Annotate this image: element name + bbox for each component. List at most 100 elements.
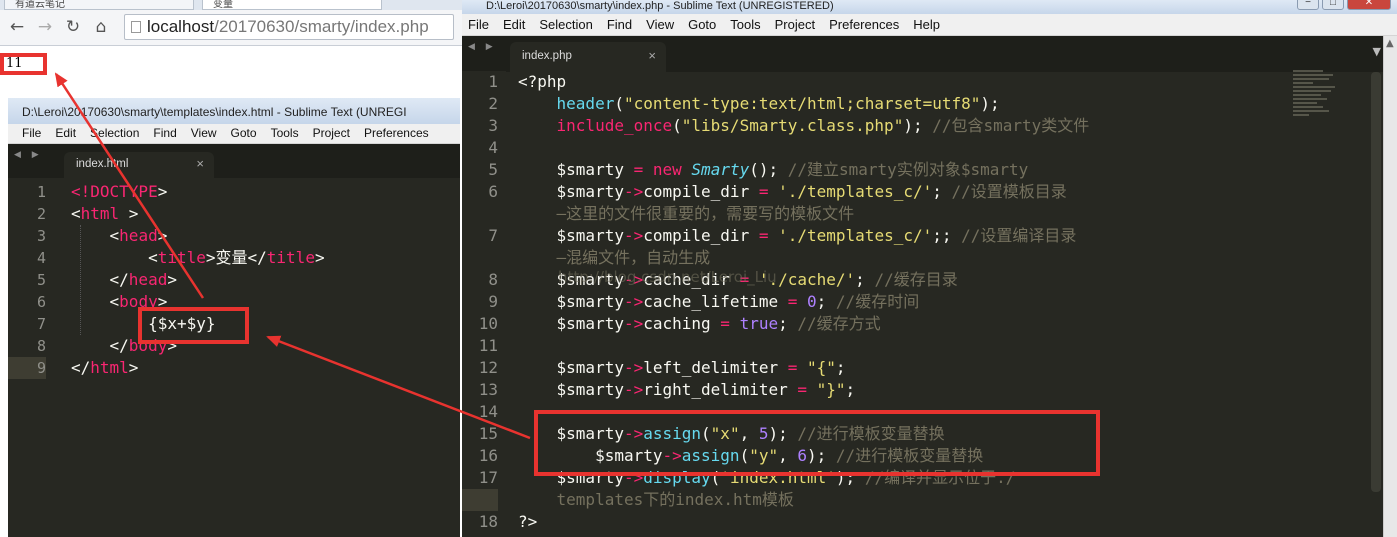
tab-label: 有道云笔记	[15, 0, 65, 10]
close-window-button[interactable]: ✕	[1347, 0, 1391, 10]
code-token: cache_lifetime	[643, 292, 788, 311]
code-line[interactable]: $smarty = new Smarty(); //建立smarty实例对象$s…	[518, 159, 1089, 181]
code-line[interactable]: </html>	[71, 357, 325, 379]
window-title-bar: D:\Leroi\20170630\smarty\index.php - Sub…	[462, 0, 1397, 14]
tab-nav-arrows-icon[interactable]: ◀ ▶	[468, 42, 497, 52]
forward-icon[interactable]: →	[34, 16, 56, 38]
code-line[interactable]: $smarty->compile_dir = './templates_c/';…	[518, 181, 1089, 203]
code-token: //建立smarty实例对象$smarty	[787, 160, 1029, 179]
code-token: //包含smarty类文件	[932, 116, 1090, 135]
code-line[interactable]: templates下的index.htm模板	[518, 489, 1089, 511]
browser-tab-variable[interactable]: 变量	[202, 0, 382, 10]
code-token: ->	[623, 226, 644, 245]
menu-item[interactable]: Edit	[503, 17, 525, 32]
code-line[interactable]: <!DOCTYPE>	[71, 181, 325, 203]
menu-item[interactable]: Goto	[231, 126, 257, 140]
code-line[interactable]	[518, 335, 1089, 357]
menu-item[interactable]: Selection	[539, 17, 592, 32]
tab-index-php[interactable]: index.php ×	[510, 42, 666, 72]
tab-menu-icon[interactable]: ▼	[1373, 45, 1381, 58]
menu-item[interactable]: Project	[313, 126, 350, 140]
code-token: $smarty	[518, 292, 624, 311]
code-token: ->	[623, 182, 644, 201]
minimize-button[interactable]: −	[1297, 0, 1319, 10]
code-line[interactable]: $smarty->right_delimiter = "}";	[518, 379, 1089, 401]
url-host: localhost	[147, 17, 215, 36]
code-line[interactable]: <title>变量</title>	[71, 247, 325, 269]
code-line[interactable]: —这里的文件很重要的，需要写的模板文件	[518, 203, 1089, 225]
code-token: "content-type:text/html;charset=utf8"	[623, 94, 981, 113]
code-token: $smarty	[518, 380, 624, 399]
code-token: "}"	[816, 380, 846, 399]
menu-item[interactable]: Tools	[271, 126, 299, 140]
address-bar[interactable]: localhost/20170630/smarty/index.php	[124, 14, 454, 40]
close-icon[interactable]: ×	[648, 48, 656, 63]
window-scrollbar[interactable]: ▲	[1383, 36, 1397, 537]
code-token: >	[167, 270, 177, 289]
back-icon[interactable]: ←	[6, 16, 28, 38]
editor-scrollbar[interactable]	[1371, 72, 1381, 492]
browser-tab-notes[interactable]: 有道云笔记	[4, 0, 194, 10]
code-token: true	[739, 314, 779, 333]
code-token: ();	[749, 160, 788, 179]
code-line[interactable]: $smarty->left_delimiter = "{";	[518, 357, 1089, 379]
menu-item[interactable]: Project	[775, 17, 815, 32]
menu-item[interactable]: Edit	[55, 126, 76, 140]
code-token: include_once	[556, 116, 673, 135]
line-number: 9	[488, 292, 498, 311]
menu-item[interactable]: Find	[607, 17, 632, 32]
menu-item[interactable]: Find	[153, 126, 176, 140]
code-area[interactable]: <!DOCTYPE> <html > <head> <title>变量</titl…	[71, 181, 325, 379]
menu-item[interactable]: Help	[913, 17, 940, 32]
menu-item[interactable]: Tools	[730, 17, 760, 32]
reload-icon[interactable]: ↻	[62, 16, 84, 38]
code-line[interactable]	[518, 137, 1089, 159]
page-icon	[131, 21, 141, 33]
menu-item[interactable]: File	[22, 126, 41, 140]
code-line[interactable]: ?>	[518, 511, 1089, 533]
code-token: =	[787, 292, 798, 311]
tab-nav-arrows-icon[interactable]: ◀ ▶	[14, 150, 43, 160]
code-line[interactable]: $smarty->cache_lifetime = 0; //缓存时间	[518, 291, 1089, 313]
code-token: </	[71, 336, 129, 355]
minimap[interactable]	[1293, 70, 1339, 130]
code-line[interactable]: <html >	[71, 203, 325, 225]
code-token: header	[556, 94, 615, 113]
menu-item[interactable]: Preferences	[364, 126, 429, 140]
code-line[interactable]: $smarty->compile_dir = './templates_c/';…	[518, 225, 1089, 247]
code-token: <!DOCTYPE	[71, 182, 158, 201]
menu-item[interactable]: File	[468, 17, 489, 32]
code-token: =	[720, 314, 730, 333]
line-number: 11	[478, 336, 498, 355]
line-number: 6	[36, 293, 46, 311]
code-token: >	[119, 204, 139, 223]
code-line[interactable]: include_once("libs/Smarty.class.php"); /…	[518, 115, 1090, 137]
maximize-button[interactable]: □	[1322, 0, 1344, 10]
menu-item[interactable]: Selection	[90, 126, 139, 140]
menu-bar: File Edit Selection Find View Goto Tools Projec…	[462, 14, 1397, 36]
tab-index-html[interactable]: index.html ×	[64, 152, 214, 178]
line-number: 3	[36, 227, 46, 245]
code-line[interactable]: <?php	[518, 71, 1089, 93]
code-token: $smarty	[518, 358, 624, 377]
tab-filename: index.html	[76, 158, 129, 170]
code-line[interactable]: $smarty->caching = true; //缓存方式	[518, 313, 1089, 335]
code-line[interactable]: </head>	[71, 269, 325, 291]
code-token: >	[128, 358, 139, 377]
menu-item[interactable]: Preferences	[829, 17, 899, 32]
scroll-up-icon[interactable]: ▲	[1386, 38, 1394, 49]
code-line[interactable]: <head>	[71, 225, 325, 247]
close-icon[interactable]: ×	[196, 156, 204, 171]
code-token: >变量</	[205, 248, 267, 267]
menu-item[interactable]: Goto	[688, 17, 716, 32]
code-line[interactable]: header("content-type:text/html;charset=u…	[518, 93, 1089, 115]
watermark: http://blog.csdn.net/Leroi_Liu	[558, 268, 777, 286]
menu-item[interactable]: View	[191, 126, 217, 140]
home-icon[interactable]: ⌂	[90, 16, 112, 38]
menu-item[interactable]: View	[646, 17, 674, 32]
code-line[interactable]: —混编文件，自动生成	[518, 247, 1089, 269]
code-token: >	[157, 182, 168, 201]
